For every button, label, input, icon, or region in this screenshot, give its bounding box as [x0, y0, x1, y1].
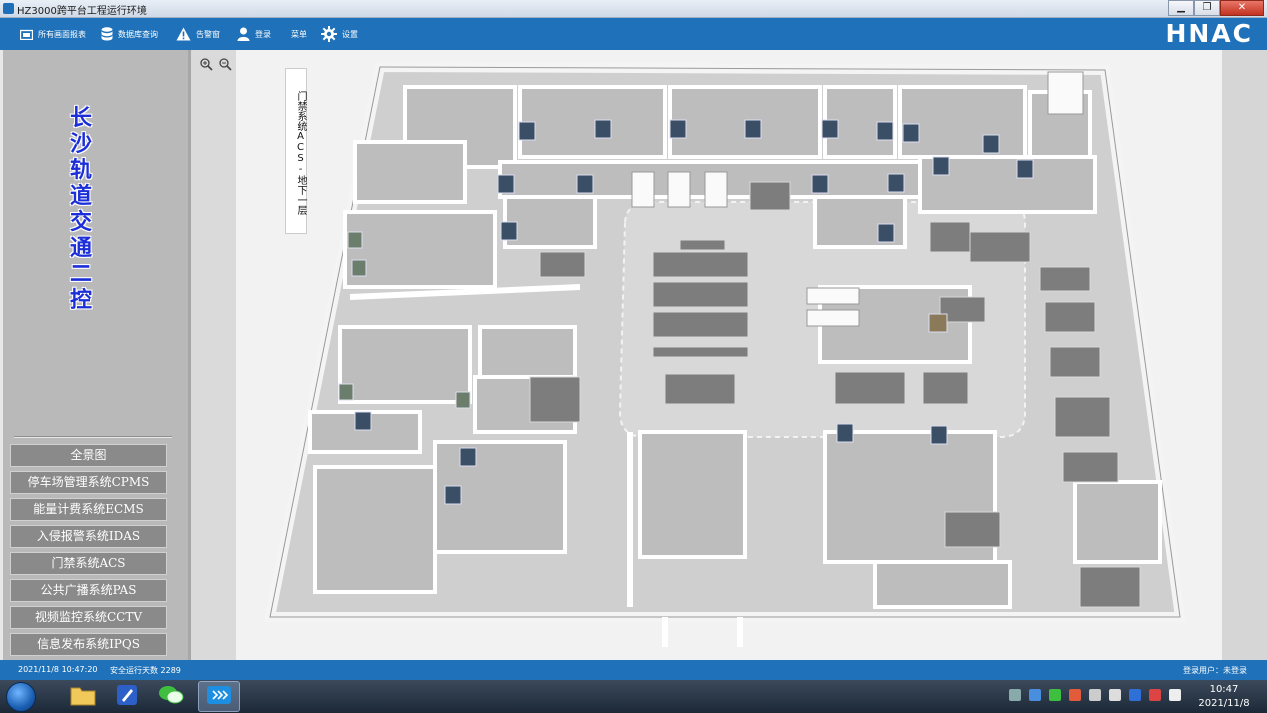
zoom-in-icon[interactable]	[199, 57, 214, 71]
toolbar-database-query[interactable]: 数据库查询	[101, 18, 158, 50]
display-icon[interactable]	[1089, 689, 1101, 701]
screen-report-icon	[20, 29, 33, 40]
app-icon	[3, 3, 14, 14]
toolbar-database-query-label: 数据库查询	[118, 29, 158, 39]
right-margin	[1222, 50, 1267, 660]
map-floor-label: 门禁系统ACS-地下一层	[285, 68, 307, 234]
wechat-tray-icon[interactable]	[1049, 689, 1061, 701]
pen-icon	[115, 683, 139, 711]
toolbar-all-reports-label: 所有画面报表	[38, 29, 86, 39]
hnac-logo: HNAC	[1165, 19, 1253, 48]
sidebar-divider	[14, 436, 172, 438]
floor-plan	[263, 62, 1186, 647]
main-toolbar: 所有画面报表 数据库查询 告警窗 登录 菜单 设置 HNAC	[0, 18, 1267, 50]
warning-icon	[176, 27, 191, 41]
menu-cpms[interactable]: 停车场管理系统CPMS	[10, 471, 167, 494]
keyboard-icon[interactable]	[1009, 689, 1021, 701]
battery-icon[interactable]	[1109, 689, 1121, 701]
toolbar-alarm-window-label: 告警窗	[196, 29, 220, 39]
database-icon	[101, 27, 113, 41]
toolbar-login[interactable]: 登录	[237, 18, 271, 50]
menu-ipqs[interactable]: 信息发布系统IPQS	[10, 633, 167, 656]
menu-ecms[interactable]: 能量计费系统ECMS	[10, 498, 167, 521]
clock-time: 10:47	[1209, 684, 1239, 695]
sidebar-title: 长沙轨道交通二控	[69, 105, 92, 313]
toolbar-login-label: 登录	[255, 29, 271, 39]
bluetooth-icon[interactable]	[1129, 689, 1141, 701]
flag-icon[interactable]	[1069, 689, 1081, 701]
folder-icon	[70, 684, 96, 710]
status-login-user: 登录用户：未登录	[1183, 666, 1247, 675]
toolbar-alarm-window[interactable]: 告警窗	[176, 18, 220, 50]
os-taskbar: 10:47 2021/11/8	[0, 680, 1267, 713]
minimize-button[interactable]: ▁	[1168, 0, 1194, 16]
clock-date: 2021/11/8	[1198, 698, 1250, 709]
taskbar-clock[interactable]: 10:47 2021/11/8	[1189, 683, 1259, 711]
user-icon	[237, 27, 250, 41]
gear-icon	[321, 26, 337, 42]
hz3000-taskbar-button[interactable]	[198, 681, 240, 712]
toolbar-menu-label: 菜单	[291, 29, 307, 39]
system-tray	[1009, 689, 1181, 701]
menu-panorama[interactable]: 全景图	[10, 444, 167, 467]
maximize-button[interactable]: ❐	[1194, 0, 1220, 16]
signal-icon[interactable]	[1169, 689, 1181, 701]
zoom-out-icon[interactable]	[218, 57, 233, 71]
start-button[interactable]	[6, 682, 36, 712]
menu-pas[interactable]: 公共广播系统PAS	[10, 579, 167, 602]
editor-taskbar-button[interactable]	[106, 681, 148, 712]
toolbar-all-reports[interactable]: 所有画面报表	[20, 18, 86, 50]
status-safe-days: 安全运行天数 2289	[110, 666, 181, 675]
hz3000-app-icon	[206, 685, 232, 709]
menu-idas[interactable]: 入侵报警系统IDAS	[10, 525, 167, 548]
panel-divider	[188, 50, 236, 660]
close-button[interactable]: ✕	[1220, 0, 1264, 16]
window-titlebar: HZ3000跨平台工程运行环境 ▁ ❐ ✕	[0, 0, 1267, 18]
toolbar-menu[interactable]: 菜单	[291, 18, 307, 50]
network-app-icon[interactable]	[1029, 689, 1041, 701]
wechat-taskbar-button[interactable]	[150, 681, 192, 712]
status-datetime: 2021/11/8 10:47:20	[18, 665, 98, 674]
window-title: HZ3000跨平台工程运行环境	[17, 6, 147, 17]
explorer-taskbar-button[interactable]	[62, 681, 104, 712]
menu-cctv[interactable]: 视频监控系统CCTV	[10, 606, 167, 629]
menu-acs[interactable]: 门禁系统ACS	[10, 552, 167, 575]
toolbar-settings-label: 设置	[342, 29, 358, 39]
volume-muted-icon[interactable]	[1149, 689, 1161, 701]
status-bar: 2021/11/8 10:47:20 安全运行天数 2289 登录用户：未登录	[0, 660, 1267, 680]
window-controls: ▁ ❐ ✕	[1168, 0, 1264, 16]
wechat-icon	[158, 684, 184, 710]
toolbar-settings[interactable]: 设置	[321, 18, 358, 50]
